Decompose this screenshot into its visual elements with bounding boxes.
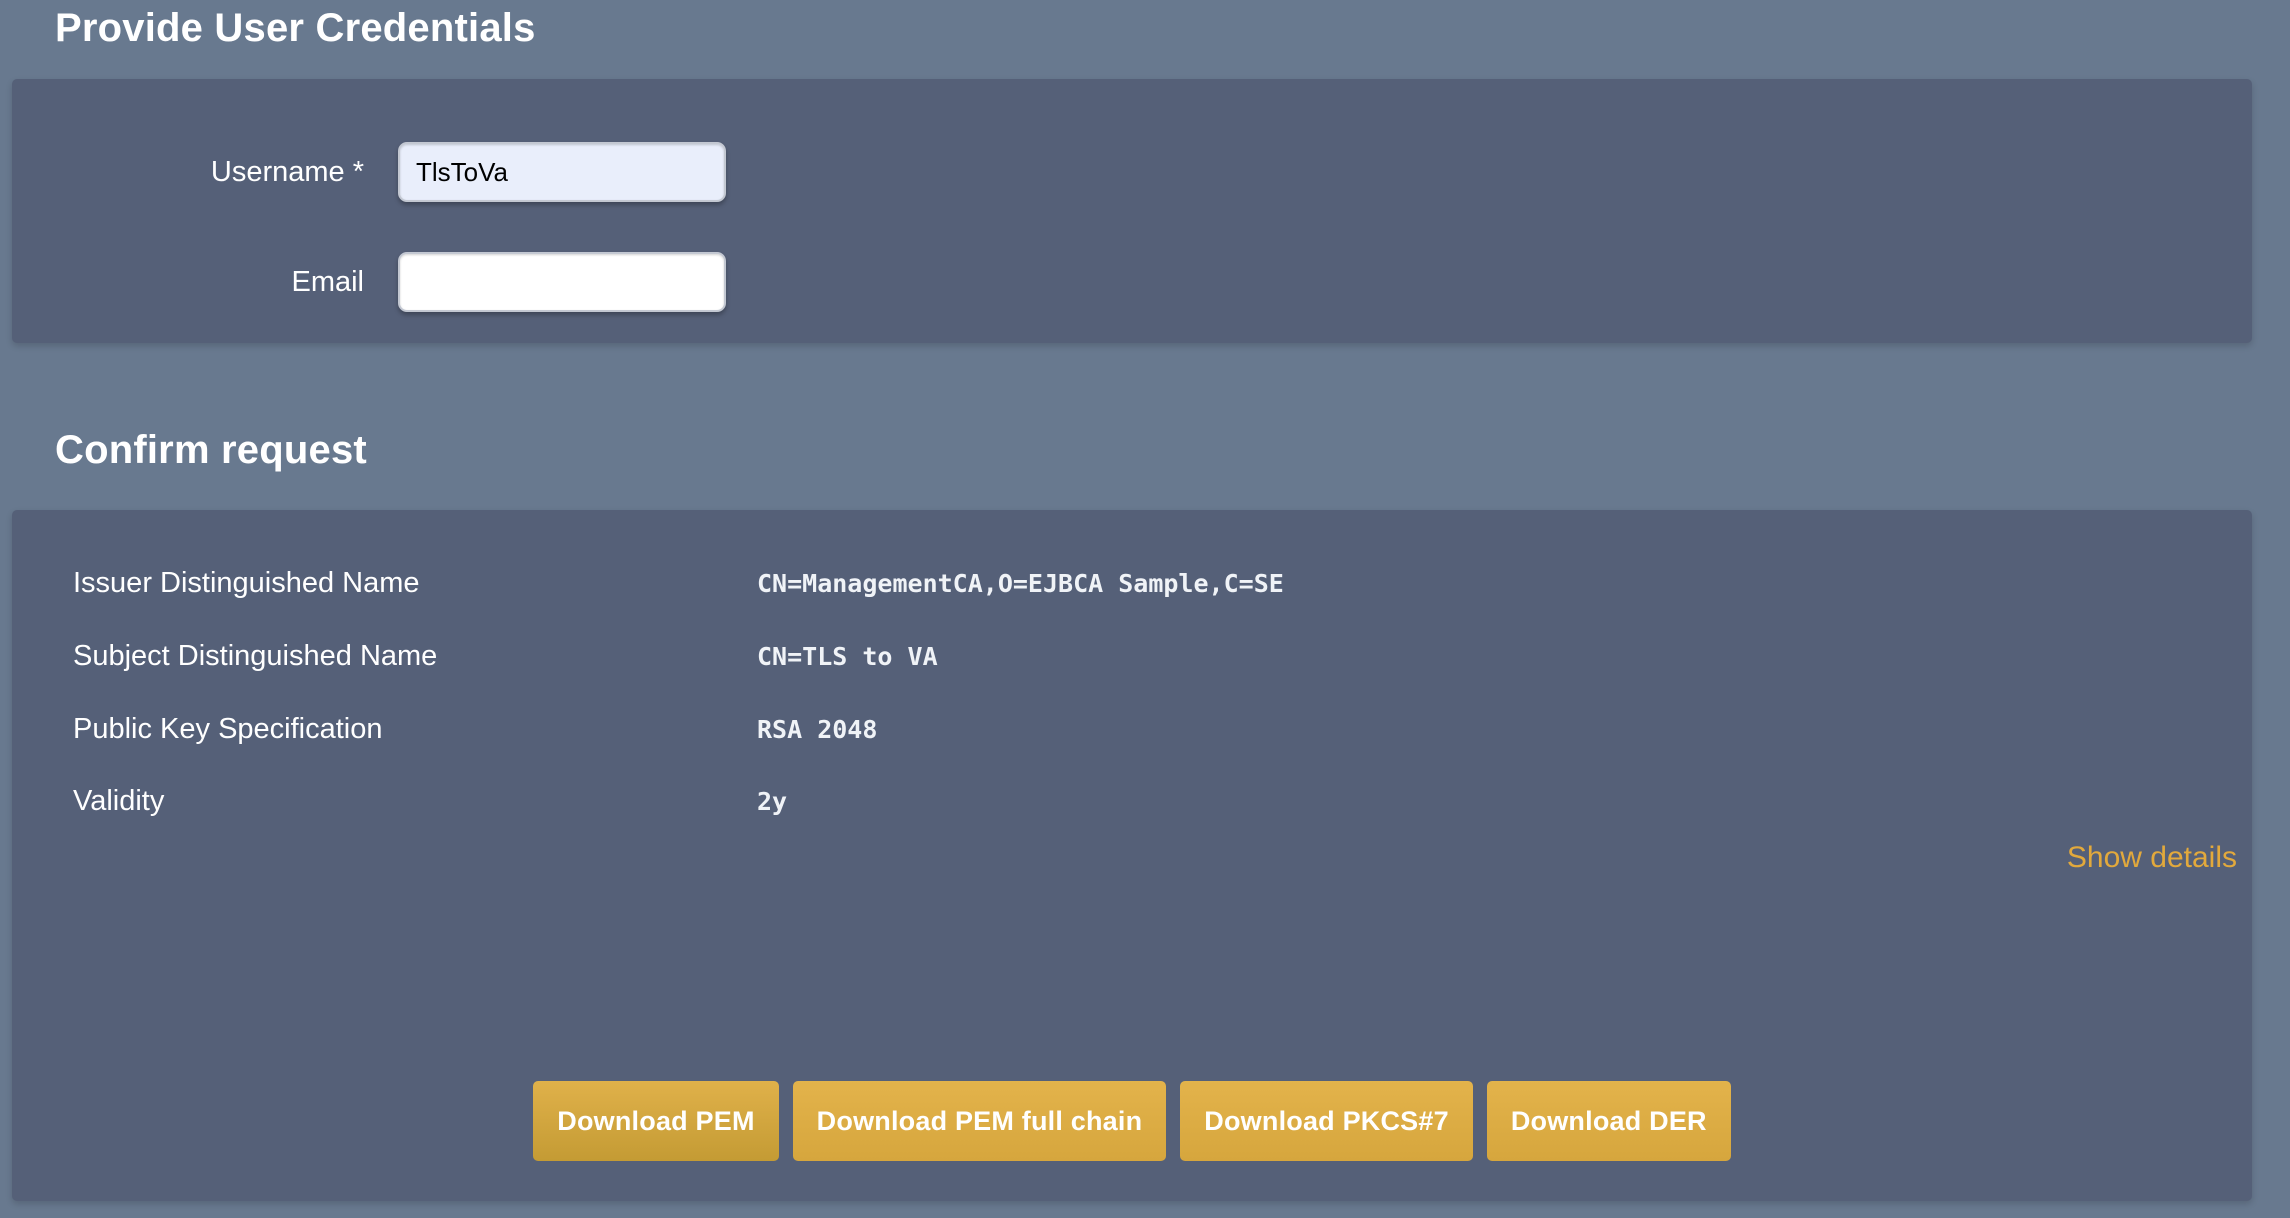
provide-user-credentials-heading: Provide User Credentials — [55, 6, 536, 50]
issuer-dn-value: CN=ManagementCA,O=EJBCA Sample,C=SE — [757, 563, 1284, 605]
email-input[interactable] — [398, 252, 726, 312]
email-label: Email — [12, 252, 364, 312]
username-label: Username * — [12, 142, 364, 202]
confirm-request-panel: Issuer Distinguished NameCN=ManagementCA… — [12, 510, 2252, 1201]
download-pkcs7-button[interactable]: Download PKCS#7 — [1180, 1081, 1473, 1161]
download-button-row: Download PEM Download PEM full chain Dow… — [12, 1081, 2252, 1161]
subject-dn-row: Subject Distinguished NameCN=TLS to VA — [73, 635, 2212, 677]
username-input[interactable] — [398, 142, 726, 202]
subject-dn-label: Subject Distinguished Name — [73, 635, 757, 677]
confirm-request-heading: Confirm request — [55, 428, 367, 472]
download-pem-full-chain-button[interactable]: Download PEM full chain — [793, 1081, 1167, 1161]
subject-dn-value: CN=TLS to VA — [757, 636, 938, 678]
validity-label: Validity — [73, 780, 757, 822]
download-pem-button[interactable]: Download PEM — [533, 1081, 778, 1161]
issuer-dn-row: Issuer Distinguished NameCN=ManagementCA… — [73, 562, 2212, 604]
show-details-link[interactable]: Show details — [2067, 840, 2237, 876]
certificate-enrollment-page: Provide User Credentials Username * Emai… — [0, 0, 2290, 1218]
public-key-spec-value: RSA 2048 — [757, 709, 877, 751]
credentials-panel: Username * Email — [12, 79, 2252, 343]
issuer-dn-label: Issuer Distinguished Name — [73, 562, 757, 604]
validity-value: 2y — [757, 781, 787, 823]
validity-row: Validity2y — [73, 780, 2212, 822]
download-der-button[interactable]: Download DER — [1487, 1081, 1731, 1161]
public-key-spec-label: Public Key Specification — [73, 708, 757, 750]
public-key-spec-row: Public Key SpecificationRSA 2048 — [73, 708, 2212, 750]
